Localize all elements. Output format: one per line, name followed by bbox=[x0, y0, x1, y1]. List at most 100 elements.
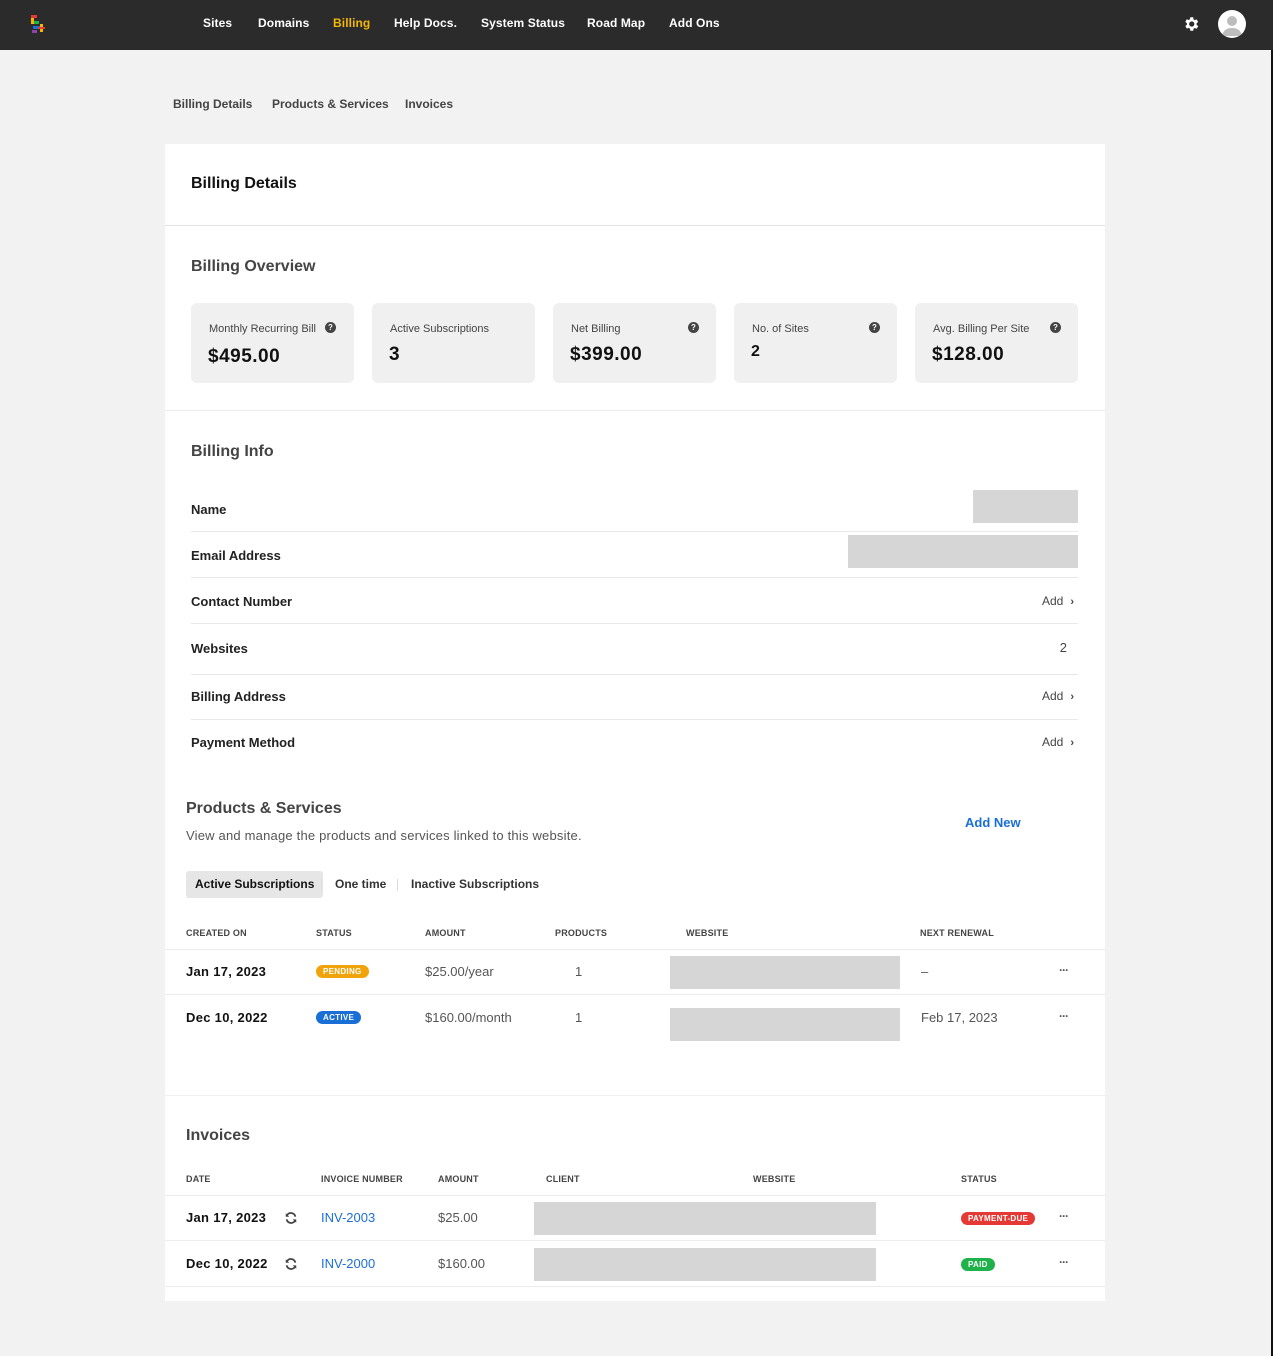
status-badge: PENDING bbox=[316, 965, 369, 978]
products-services-title: Products & Services bbox=[186, 800, 342, 817]
status-badge: PAYMENT-DUE bbox=[961, 1212, 1036, 1225]
help-icon[interactable]: ? bbox=[869, 322, 880, 333]
column-header: STATUS bbox=[961, 1174, 997, 1184]
invoice-amount: $25.00 bbox=[438, 1210, 478, 1225]
invoice-date: Dec 10, 2022 bbox=[186, 1256, 268, 1271]
add-payment-method-link[interactable]: Add › bbox=[1042, 735, 1074, 749]
subnav-products-services[interactable]: Products & Services bbox=[272, 97, 389, 111]
info-label: Payment Method bbox=[191, 735, 296, 750]
tab-separator bbox=[321, 879, 322, 891]
info-row-contact-number[interactable]: Contact Number Add › bbox=[191, 578, 1078, 624]
subnav-invoices[interactable]: Invoices bbox=[405, 97, 453, 111]
stat-value: $399.00 bbox=[570, 344, 643, 365]
stat-label: No. of Sites bbox=[752, 323, 809, 335]
add-contact-number-link[interactable]: Add › bbox=[1042, 594, 1074, 608]
column-header: WEBSITE bbox=[686, 928, 729, 938]
subnav-billing-details[interactable]: Billing Details bbox=[173, 97, 252, 111]
tab-inactive-subscriptions[interactable]: Inactive Subscriptions bbox=[411, 871, 539, 898]
nav-domains[interactable]: Domains bbox=[258, 16, 309, 30]
created-on: Dec 10, 2022 bbox=[186, 1010, 268, 1025]
info-label: Email Address bbox=[191, 548, 281, 563]
app-logo-icon[interactable] bbox=[29, 13, 47, 35]
nav-help-docs[interactable]: Help Docs. bbox=[394, 16, 457, 30]
nav-sites[interactable]: Sites bbox=[203, 16, 232, 30]
column-header: CLIENT bbox=[546, 1174, 580, 1184]
divider bbox=[165, 1095, 1105, 1096]
tab-separator bbox=[397, 879, 398, 891]
stat-label: Active Subscriptions bbox=[390, 323, 490, 335]
tab-active-subscriptions[interactable]: Active Subscriptions bbox=[186, 871, 324, 898]
next-renewal: – bbox=[921, 964, 929, 979]
redacted-client-website bbox=[534, 1248, 876, 1281]
column-header: STATUS bbox=[316, 928, 352, 938]
invoices-title: Invoices bbox=[186, 1127, 251, 1144]
invoice-date: Jan 17, 2023 bbox=[186, 1210, 267, 1225]
gear-icon[interactable] bbox=[1182, 15, 1200, 33]
stat-label: Avg. Billing Per Site bbox=[933, 323, 1030, 335]
products-services-description: View and manage the products and service… bbox=[186, 828, 582, 843]
nav-billing[interactable]: Billing bbox=[333, 16, 370, 30]
help-icon[interactable]: ? bbox=[325, 322, 336, 333]
table-row[interactable]: Dec 10, 2022 ACTIVE $160.00/month 1 Feb … bbox=[165, 995, 1105, 1041]
more-icon[interactable]: ··· bbox=[1059, 963, 1069, 977]
more-icon[interactable]: ··· bbox=[1059, 1009, 1069, 1023]
redacted-email bbox=[848, 535, 1078, 568]
page-title: Billing Details bbox=[191, 175, 297, 192]
info-row-billing-address[interactable]: Billing Address Add › bbox=[191, 675, 1078, 720]
column-header: PRODUCTS bbox=[555, 928, 608, 938]
nav-add-ons[interactable]: Add Ons bbox=[669, 16, 720, 30]
stat-avg-billing-per-site: Avg. Billing Per Site ? $128.00 bbox=[915, 303, 1078, 383]
nav-road-map[interactable]: Road Map bbox=[587, 16, 645, 30]
help-icon[interactable]: ? bbox=[1050, 322, 1061, 333]
info-row-websites: Websites 2 bbox=[191, 624, 1078, 675]
table-row[interactable]: Jan 17, 2023 INV-2003 $25.00 PAYMENT-DUE… bbox=[165, 1195, 1105, 1241]
info-row-name: Name bbox=[191, 485, 1078, 532]
invoice-number-link[interactable]: INV-2000 bbox=[321, 1256, 375, 1271]
column-header: AMOUNT bbox=[438, 1174, 479, 1184]
tab-one-time[interactable]: One time bbox=[335, 871, 386, 898]
sync-icon[interactable] bbox=[284, 1257, 298, 1271]
status-badge: ACTIVE bbox=[316, 1011, 362, 1024]
info-row-email: Email Address bbox=[191, 532, 1078, 578]
stat-value: 2 bbox=[751, 343, 761, 360]
redacted-client-website bbox=[534, 1202, 876, 1235]
add-label: Add bbox=[1041, 594, 1064, 608]
avatar[interactable] bbox=[1218, 10, 1246, 38]
products-count: 1 bbox=[575, 1010, 583, 1025]
websites-count: 2 bbox=[1059, 640, 1067, 655]
stat-label: Net Billing bbox=[571, 323, 621, 335]
column-header: INVOICE NUMBER bbox=[321, 1174, 403, 1184]
billing-card: Billing Details Billing Overview Monthly… bbox=[165, 144, 1105, 1301]
info-label: Billing Address bbox=[191, 689, 286, 704]
billing-info-title: Billing Info bbox=[191, 443, 274, 460]
column-header: DATE bbox=[186, 1174, 211, 1184]
invoice-amount: $160.00 bbox=[438, 1256, 485, 1271]
redacted-website bbox=[670, 956, 900, 989]
more-icon[interactable]: ··· bbox=[1059, 1209, 1069, 1223]
invoice-number-link[interactable]: INV-2003 bbox=[321, 1210, 375, 1225]
info-row-payment-method[interactable]: Payment Method Add › bbox=[191, 720, 1078, 766]
table-row[interactable]: Dec 10, 2022 INV-2000 $160.00 PAID ··· bbox=[165, 1241, 1105, 1287]
divider bbox=[165, 225, 1105, 226]
amount: $160.00/month bbox=[425, 1010, 512, 1025]
table-row[interactable]: Jan 17, 2023 PENDING $25.00/year 1 – ··· bbox=[165, 949, 1105, 995]
stat-value: $495.00 bbox=[208, 346, 281, 367]
nav-system-status[interactable]: System Status bbox=[481, 16, 565, 30]
chevron-right-icon: › bbox=[1070, 737, 1074, 749]
stat-monthly-recurring-bill: Monthly Recurring Bill ? $495.00 bbox=[191, 303, 354, 383]
stat-value: $128.00 bbox=[932, 344, 1005, 365]
add-new-button[interactable]: Add New bbox=[965, 815, 1021, 830]
amount: $25.00/year bbox=[425, 964, 494, 979]
info-label: Name bbox=[191, 502, 227, 517]
divider bbox=[165, 410, 1105, 411]
more-icon[interactable]: ··· bbox=[1059, 1255, 1069, 1269]
column-header: CREATED ON bbox=[186, 928, 247, 938]
column-header: AMOUNT bbox=[425, 928, 466, 938]
status-badge: PAID bbox=[961, 1258, 995, 1271]
help-icon[interactable]: ? bbox=[688, 322, 699, 333]
stat-net-billing: Net Billing ? $399.00 bbox=[553, 303, 716, 383]
stat-active-subscriptions: Active Subscriptions 3 bbox=[372, 303, 535, 383]
sync-icon[interactable] bbox=[284, 1211, 298, 1225]
add-billing-address-link[interactable]: Add › bbox=[1042, 689, 1074, 703]
chevron-right-icon: › bbox=[1070, 691, 1074, 703]
